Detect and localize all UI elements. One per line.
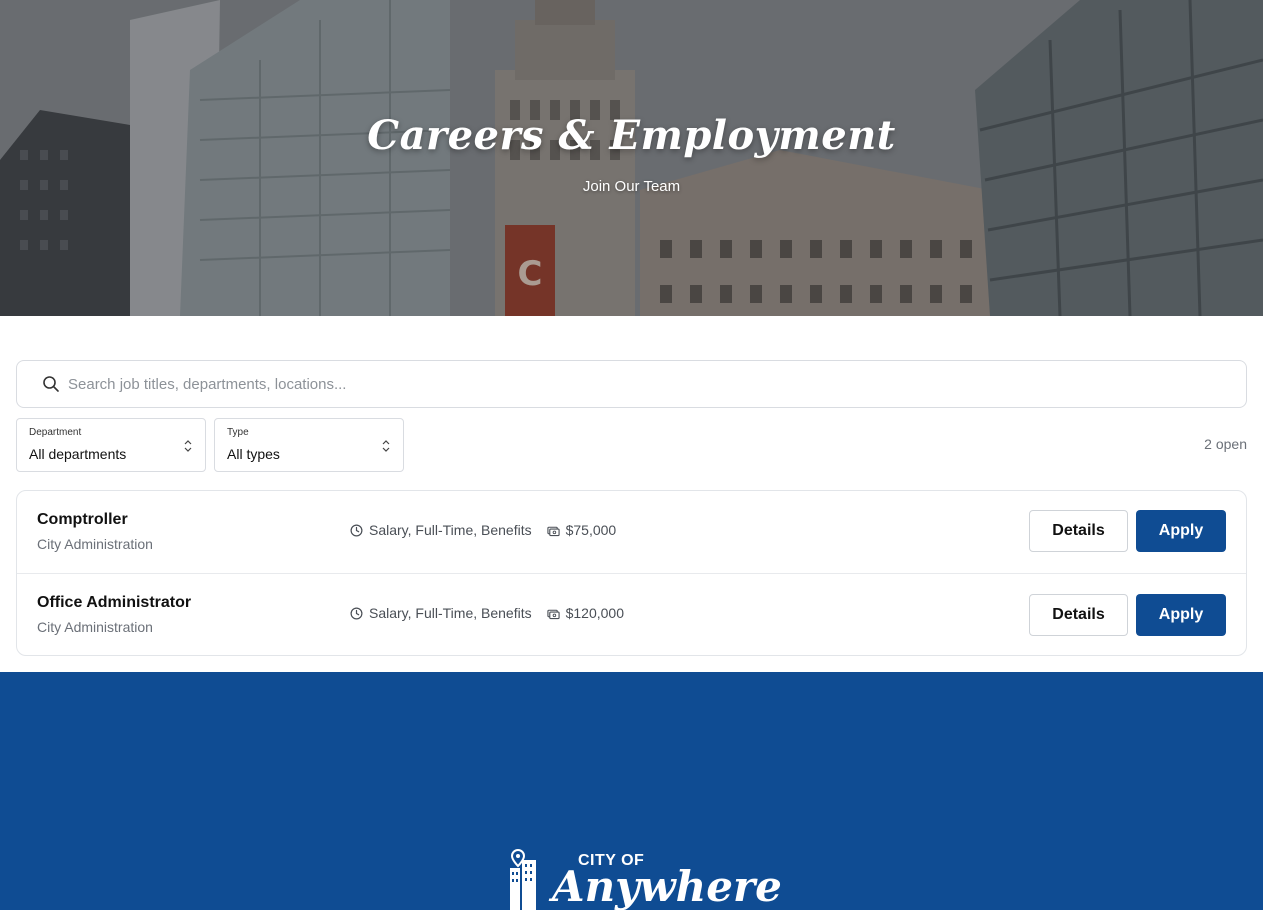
hero-banner: C Careers & Employment Join Our Team <box>0 0 1263 316</box>
job-salary-group: $75,000 <box>546 522 617 538</box>
type-filter-select[interactable]: Type All types <box>214 418 404 472</box>
apply-button[interactable]: Apply <box>1136 510 1226 552</box>
chevron-updown-icon <box>382 440 390 452</box>
job-title: Comptroller <box>37 511 128 528</box>
job-meta: Salary, Full-Time, Benefits $75,000 <box>350 522 616 538</box>
job-search-bar[interactable] <box>16 360 1247 408</box>
job-title: Office Administrator <box>37 594 192 611</box>
job-row: Office Administrator City Administration… <box>17 573 1246 655</box>
search-icon <box>43 376 59 392</box>
page-title: Careers & Employment <box>367 112 896 159</box>
department-filter-value: All departments <box>29 446 127 462</box>
search-input[interactable] <box>68 362 1246 406</box>
job-salary: $120,000 <box>565 605 625 621</box>
job-department: City Administration <box>37 619 153 635</box>
logo-text-big: Anywhere <box>552 862 782 910</box>
map-pin-building-icon <box>510 848 536 910</box>
job-salary: $75,000 <box>565 522 617 538</box>
open-positions-count: 2 open <box>1204 436 1247 452</box>
job-meta: Salary, Full-Time, Benefits $120,000 <box>350 605 624 621</box>
job-row: Comptroller City Administration Salary, … <box>17 491 1246 573</box>
job-department: City Administration <box>37 536 153 552</box>
apply-button[interactable]: Apply <box>1136 594 1226 636</box>
clock-icon <box>350 607 363 619</box>
department-filter-label: Department <box>29 427 82 438</box>
type-filter-label: Type <box>227 427 249 438</box>
chevron-updown-icon <box>184 440 192 452</box>
money-icon <box>546 609 560 619</box>
site-footer: CITY OF Anywhere <box>0 672 1263 910</box>
details-button[interactable]: Details <box>1029 510 1128 552</box>
department-filter-select[interactable]: Department All departments <box>16 418 206 472</box>
job-terms: Salary, Full-Time, Benefits <box>369 522 532 538</box>
page-subtitle: Join Our Team <box>582 178 681 195</box>
details-button[interactable]: Details <box>1029 594 1128 636</box>
clock-icon <box>350 524 363 536</box>
type-filter-value: All types <box>227 446 280 462</box>
job-terms: Salary, Full-Time, Benefits <box>369 605 532 621</box>
money-icon <box>546 526 560 536</box>
city-logo[interactable]: CITY OF Anywhere <box>506 848 782 910</box>
job-salary-group: $120,000 <box>546 605 625 621</box>
job-list: Comptroller City Administration Salary, … <box>16 490 1247 656</box>
